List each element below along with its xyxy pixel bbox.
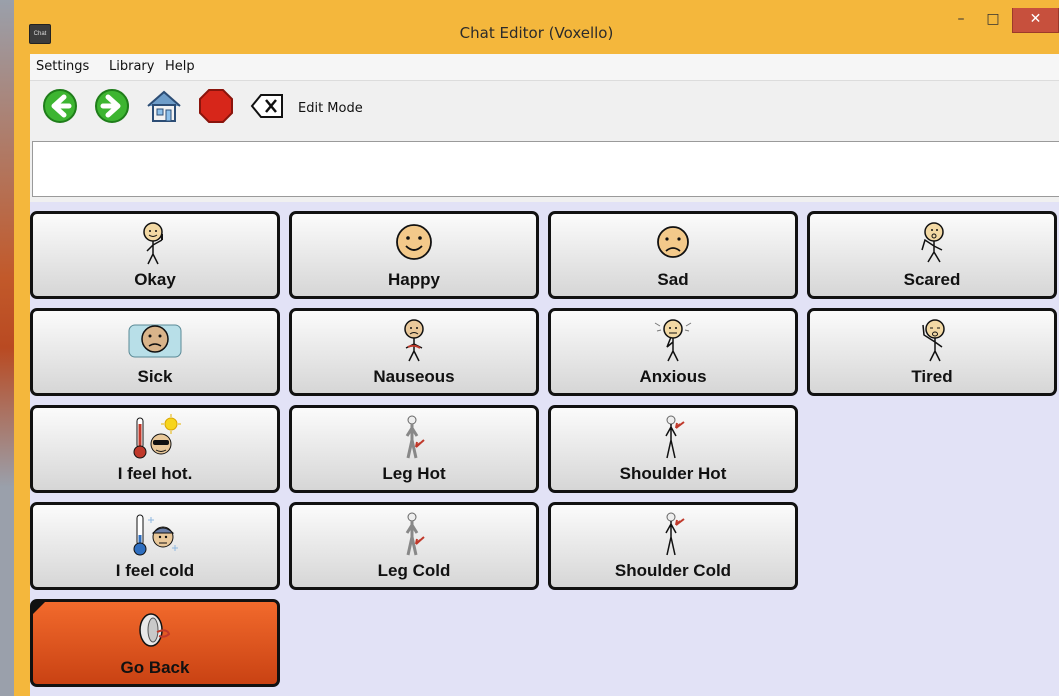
menu-bar: Settings Library Help	[30, 54, 1059, 81]
minimize-button[interactable]: –	[944, 8, 978, 32]
leg-person-icon	[405, 512, 425, 556]
go-back-door-icon	[139, 613, 171, 647]
button-label: Leg Hot	[382, 464, 446, 483]
stop-icon[interactable]	[198, 88, 234, 124]
window-title: Chat Editor (Voxello)	[459, 24, 614, 42]
button-label: Happy	[388, 270, 440, 289]
hot-thermometer-icon	[133, 414, 181, 459]
go-back-button[interactable]: Go Back	[30, 599, 280, 687]
menu-library[interactable]: Library	[109, 59, 154, 74]
button-label: Sick	[137, 367, 173, 386]
close-button[interactable]: ✕	[1012, 8, 1059, 33]
button-label: Anxious	[639, 367, 707, 386]
button-label: Go Back	[120, 658, 190, 677]
button-label: Leg Cold	[377, 561, 451, 580]
leg-person-icon	[405, 415, 425, 459]
forward-arrow-icon[interactable]	[94, 88, 130, 124]
sad-face-icon	[657, 226, 689, 258]
message-text-field[interactable]	[32, 141, 1059, 197]
i-feel-cold-button[interactable]: I feel cold	[30, 502, 280, 590]
corner-marker-icon	[33, 602, 45, 614]
button-label: Nauseous	[373, 367, 455, 386]
button-label: Shoulder Cold	[614, 561, 732, 580]
title-bar[interactable]: Chat Chat Editor (Voxello) – □ ✕	[14, 0, 1059, 54]
tired-button[interactable]: Tired	[807, 308, 1057, 396]
scared-person-icon	[921, 222, 944, 263]
button-label: Sad	[657, 270, 689, 289]
button-grid: Okay Happy Sad Scared Sick Nauseous Anxi…	[30, 202, 1059, 696]
menu-settings[interactable]: Settings	[36, 59, 89, 74]
scared-button[interactable]: Scared	[807, 211, 1057, 299]
chat-editor-window: Chat Chat Editor (Voxello) – □ ✕ Setting…	[14, 0, 1059, 696]
menu-help[interactable]: Help	[165, 59, 195, 74]
happy-face-icon	[396, 224, 432, 260]
okay-button[interactable]: Okay	[30, 211, 280, 299]
button-label: Shoulder Hot	[619, 464, 727, 483]
button-label: Okay	[134, 270, 176, 289]
nauseous-person-icon	[404, 319, 424, 362]
i-feel-hot-button[interactable]: I feel hot.	[30, 405, 280, 493]
button-label: I feel cold	[115, 561, 195, 580]
edit-mode-label: Edit Mode	[298, 101, 363, 116]
button-label: I feel hot.	[117, 464, 193, 483]
shoulder-cold-button[interactable]: Shoulder Cold	[548, 502, 798, 590]
client-area: Settings Library Help Edit Mode Okay Hap…	[30, 54, 1059, 696]
happy-button[interactable]: Happy	[289, 211, 539, 299]
maximize-button[interactable]: □	[976, 8, 1010, 32]
cold-thermometer-icon	[133, 514, 178, 556]
sick-button[interactable]: Sick	[30, 308, 280, 396]
shoulder-person-icon	[665, 512, 685, 556]
toolbar: Edit Mode	[30, 81, 1059, 137]
shoulder-hot-button[interactable]: Shoulder Hot	[548, 405, 798, 493]
button-label: Scared	[903, 270, 961, 289]
home-icon[interactable]	[145, 88, 181, 124]
shoulder-person-icon	[665, 415, 685, 459]
sick-face-icon	[128, 324, 182, 358]
button-label: Tired	[911, 367, 953, 386]
leg-hot-button[interactable]: Leg Hot	[289, 405, 539, 493]
nauseous-button[interactable]: Nauseous	[289, 308, 539, 396]
sad-button[interactable]: Sad	[548, 211, 798, 299]
desktop-background	[0, 0, 14, 696]
back-arrow-icon[interactable]	[42, 88, 78, 124]
tired-person-icon	[922, 319, 945, 362]
clear-icon[interactable]	[250, 91, 286, 127]
anxious-person-icon	[654, 319, 692, 362]
anxious-button[interactable]: Anxious	[548, 308, 798, 396]
okay-person-icon	[143, 222, 163, 265]
leg-cold-button[interactable]: Leg Cold	[289, 502, 539, 590]
